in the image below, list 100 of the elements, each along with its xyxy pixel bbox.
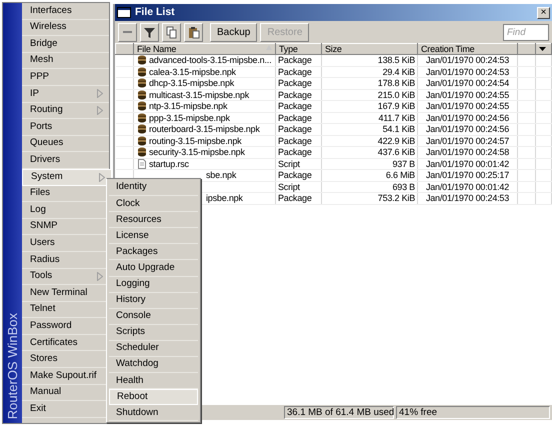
- submenu-item[interactable]: Scripts: [109, 324, 198, 341]
- file-name: sbe.npk: [206, 170, 236, 180]
- table-cell: 215.0 KiB: [322, 89, 418, 100]
- table-cell: Package: [276, 170, 322, 181]
- window-title: File List: [135, 4, 175, 20]
- file-name: ppp-3.15-mipsbe.npk: [149, 112, 230, 123]
- table-cell: 437.6 KiB: [322, 146, 418, 158]
- menu-item[interactable]: Queues: [22, 136, 109, 152]
- table-cell: Package: [276, 124, 322, 135]
- filter-icon: [143, 26, 156, 38]
- menu-item[interactable]: PPP: [22, 69, 109, 86]
- table-cell: Package: [276, 89, 322, 100]
- table-cell: 422.9 KiB: [322, 135, 418, 146]
- file-name: ntp-3.15-mipsbe.npk: [149, 101, 228, 112]
- package-icon: [137, 124, 147, 134]
- submenu-item[interactable]: History: [109, 292, 198, 309]
- brand-text: RouterOS WinBox: [4, 312, 21, 419]
- submenu-item[interactable]: Logging: [109, 276, 198, 293]
- menu-item[interactable]: Bridge: [22, 36, 109, 53]
- table-cell: 693 B: [322, 181, 418, 192]
- menu-item[interactable]: Mesh: [22, 52, 109, 70]
- table-cell: Package: [276, 146, 322, 158]
- file-name: calea-3.15-mipsbe.npk: [149, 66, 236, 77]
- table-cell: Jan/01/1970 00:01:42: [418, 158, 518, 170]
- submenu-item[interactable]: Reboot: [109, 389, 198, 406]
- table-cell: Jan/01/1970 00:24:57: [418, 135, 518, 146]
- table-cell: Package: [276, 135, 322, 146]
- menu-item[interactable]: System: [22, 168, 112, 186]
- copy-button[interactable]: [162, 22, 181, 42]
- menu-item[interactable]: Ports: [22, 119, 109, 136]
- table-cell: Jan/01/1970 00:25:17: [418, 170, 518, 181]
- package-icon: [137, 147, 147, 158]
- close-button[interactable]: ×: [537, 6, 550, 18]
- submenu-item[interactable]: Identity: [109, 180, 198, 196]
- table-cell: Jan/01/1970 00:24:55: [418, 89, 518, 100]
- table-cell: Package: [276, 78, 322, 89]
- file-name: security-3.15-mipsbe.npk: [149, 147, 245, 158]
- copy-icon: [165, 26, 178, 38]
- column-header[interactable]: Type: [276, 44, 322, 54]
- table-cell: 6.6 MiB: [322, 170, 418, 181]
- menu-item[interactable]: Routing: [22, 102, 109, 120]
- file-name: multicast-3.15-mipsbe.npk: [149, 90, 250, 100]
- file-name: routing-3.15-mipsbe.npk: [149, 136, 242, 146]
- package-icon: [137, 90, 147, 100]
- table-cell: Jan/01/1970 00:24:55: [418, 100, 518, 112]
- submenu-item[interactable]: Packages: [109, 244, 198, 260]
- package-icon: [137, 78, 147, 88]
- table-cell: 753.2 KiB: [322, 192, 418, 204]
- minus-icon: [123, 31, 132, 33]
- submenu-item[interactable]: Scheduler: [109, 340, 198, 358]
- table-cell: Jan/01/1970 00:24:58: [418, 146, 518, 158]
- table-cell: Package: [276, 54, 322, 66]
- paste-button[interactable]: [184, 22, 203, 42]
- column-header[interactable]: Creation Time: [418, 44, 518, 54]
- file-name: startup.rsc: [149, 158, 189, 169]
- submenu-item[interactable]: Shutdown: [109, 405, 198, 422]
- column-header[interactable]: File Name: [134, 44, 276, 54]
- table-cell: Package: [276, 100, 322, 112]
- package-icon: [137, 66, 147, 77]
- package-icon: [137, 136, 147, 146]
- package-icon: [137, 112, 147, 123]
- table-cell: 138.5 KiB: [322, 54, 418, 66]
- file-name: advanced-tools-3.15-mipsbe.n...: [149, 55, 272, 66]
- table-cell: 411.7 KiB: [322, 112, 418, 124]
- submenu-item[interactable]: Watchdog: [109, 357, 198, 374]
- table-cell: Jan/01/1970 00:24:53: [418, 54, 518, 66]
- window-icon: [117, 7, 131, 18]
- table-cell: Jan/01/1970 00:24:56: [418, 112, 518, 124]
- menu-item[interactable]: Wireless: [22, 20, 109, 36]
- table-cell: Package: [276, 192, 322, 204]
- menu-item[interactable]: IP: [22, 86, 109, 103]
- submenu-item[interactable]: License: [109, 228, 198, 244]
- clipboard-icon: [187, 26, 200, 38]
- file-name: routerboard-3.15-mipsbe.npk: [149, 124, 260, 134]
- submenu-item[interactable]: Resources: [109, 212, 198, 228]
- package-icon: [137, 55, 147, 66]
- toolbar-button[interactable]: Backup: [210, 22, 258, 42]
- dropdown-arrow-icon: [539, 47, 546, 52]
- table-cell: Package: [276, 66, 322, 78]
- status-text: 36.1 MB of 61.4 MB used: [284, 406, 394, 419]
- find-field[interactable]: Find: [503, 24, 549, 40]
- submenu-item[interactable]: Console: [109, 308, 198, 325]
- package-icon: [137, 101, 147, 112]
- table-cell: Jan/01/1970 00:01:42: [418, 181, 518, 192]
- filter-button[interactable]: [140, 22, 159, 42]
- menu-item[interactable]: Interfaces: [22, 3, 109, 20]
- table-cell: 29.4 KiB: [322, 66, 418, 78]
- table-cell: 178.8 KiB: [322, 78, 418, 89]
- remove-button[interactable]: [118, 22, 137, 42]
- file-name: dhcp-3.15-mipsbe.npk: [149, 78, 234, 88]
- table-cell: Jan/01/1970 00:24:53: [418, 192, 518, 204]
- table-cell: Jan/01/1970 00:24:54: [418, 78, 518, 89]
- table-cell: Jan/01/1970 00:24:56: [418, 124, 518, 135]
- column-header[interactable]: Size: [322, 44, 418, 54]
- sort-arrow-icon: [266, 44, 272, 50]
- table-cell: Package: [276, 112, 322, 124]
- submenu-item[interactable]: Clock: [109, 196, 198, 212]
- table-cell: Script: [276, 158, 322, 170]
- submenu-item[interactable]: Auto Upgrade: [109, 260, 198, 277]
- file-name: ipsbe.npk: [206, 193, 243, 204]
